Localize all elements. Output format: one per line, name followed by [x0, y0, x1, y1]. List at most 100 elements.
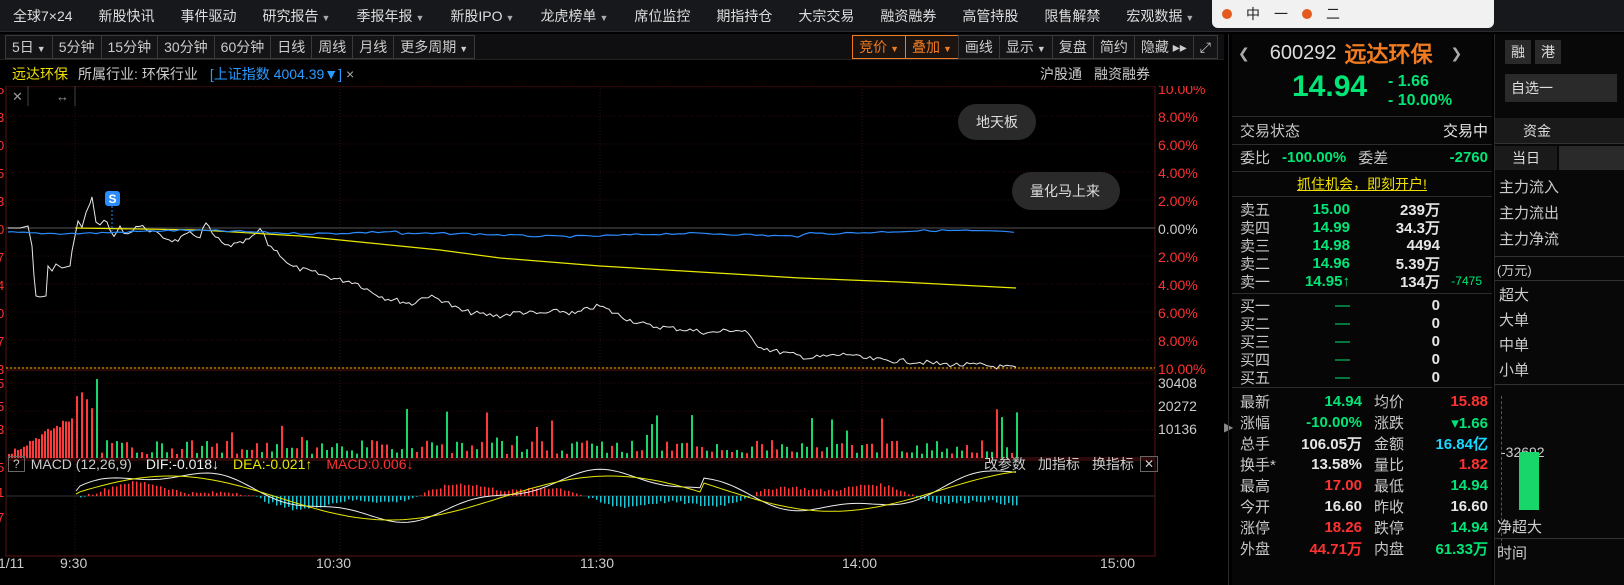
- tab-funds[interactable]: 资金: [1495, 118, 1624, 144]
- period-button[interactable]: 日线: [270, 34, 313, 59]
- bid-volume: 0: [1431, 368, 1440, 386]
- macd-bar: [620, 496, 622, 507]
- tab-other[interactable]: [1559, 146, 1624, 170]
- rongzi-button[interactable]: 融: [1505, 40, 1531, 64]
- promo-link[interactable]: 抓住机会，即刻开户!: [1232, 174, 1492, 194]
- macd-bar: [380, 496, 382, 502]
- tool-button[interactable]: 显示 ▼: [998, 34, 1053, 59]
- volume-bar: [996, 409, 998, 458]
- tool-button[interactable]: 画线: [957, 34, 1000, 59]
- intraday-chart[interactable]: 10.00% 8.00% 6.00% 4.00% 2.00% 0.00% 2.00% 4.00…: [0, 86, 1230, 585]
- nav-item[interactable]: 新股快讯: [86, 0, 168, 31]
- macd-title[interactable]: MACD (12,26,9): [31, 456, 132, 472]
- nav-item[interactable]: 龙虎榜单 ▼: [527, 0, 621, 31]
- macd-bar: [936, 496, 938, 503]
- macd-bar: [188, 494, 190, 496]
- period-button[interactable]: 5日 ▼: [5, 34, 53, 59]
- nav-item[interactable]: 新股IPO ▼: [437, 0, 527, 31]
- macd-bar: [804, 487, 806, 496]
- macd-param-button[interactable]: 改参数: [984, 454, 1026, 474]
- stat-value: 14.94: [1324, 393, 1362, 410]
- macd-help-icon[interactable]: ?: [8, 456, 25, 472]
- macd-bar: [684, 496, 686, 505]
- macd-bar: [464, 485, 466, 496]
- macd-bar: [692, 496, 694, 504]
- nav-item[interactable]: 限售解禁: [1031, 0, 1113, 31]
- popup-banner[interactable]: 中 一 二: [1212, 0, 1494, 28]
- chevron-right-icon[interactable]: ❯: [1451, 45, 1463, 62]
- nav-item[interactable]: 研究报告 ▼: [250, 0, 344, 31]
- volume-bar: [76, 396, 78, 458]
- stat-label: 内盘: [1374, 541, 1405, 558]
- macd-bar: [404, 496, 406, 502]
- period-button[interactable]: 30分钟: [157, 34, 215, 59]
- macd-bar: [708, 496, 710, 506]
- tag-bubble[interactable]: 量化马上来: [1012, 172, 1120, 210]
- right-axis-label: 6.00%: [1158, 305, 1198, 321]
- ask-row: 卖二 14.96 5.39万: [1240, 254, 1488, 273]
- tag-bubble-label: 量化马上来: [1030, 183, 1100, 199]
- close-indicator-icon[interactable]: ✕: [1139, 456, 1158, 472]
- tab-today[interactable]: 当日: [1495, 146, 1557, 170]
- macd-bar: [160, 486, 162, 496]
- tool-button[interactable]: 隐藏 ▸▸: [1133, 34, 1194, 59]
- add-indicator-button[interactable]: 加指标: [1038, 454, 1080, 474]
- macd-bar: [136, 481, 138, 496]
- macd-bar: [184, 492, 186, 496]
- chart-toolbar: 5日 ▼ 5分钟 15分钟 30分钟 60分钟 日线 周线 月线 更多周期 ▼ 竞价 ▼ 叠加 ▼ 画线 显示 ▼…: [0, 34, 1224, 60]
- macd-bar: [96, 493, 98, 496]
- stat-value: 16.60: [1450, 498, 1488, 515]
- caret-down-icon: ▼: [599, 12, 609, 23]
- period-button[interactable]: 5分钟: [51, 34, 102, 59]
- chevron-left-icon[interactable]: ❮: [1238, 45, 1250, 62]
- period-button[interactable]: 更多周期 ▼: [393, 34, 476, 59]
- period-button[interactable]: 周线: [311, 34, 354, 59]
- macd-bar: [200, 492, 202, 496]
- macd-bar: [480, 486, 482, 496]
- nav-item[interactable]: 大宗交易: [785, 0, 867, 31]
- stock-name-label[interactable]: 远达环保: [12, 64, 68, 84]
- period-button[interactable]: 15分钟: [100, 34, 159, 59]
- expand-horizontal-icon[interactable]: ↔: [56, 89, 69, 104]
- close-chart-icon[interactable]: ✕: [12, 89, 23, 104]
- nav-item[interactable]: 期指持仓: [703, 0, 785, 31]
- macd-bar: [336, 496, 338, 504]
- macd-bar: [832, 489, 834, 496]
- nav-item[interactable]: 季报年报 ▼: [343, 0, 437, 31]
- macd-bar: [100, 491, 102, 496]
- index-overlay-label[interactable]: [上证指数 4004.39▼]: [210, 64, 342, 84]
- tool-button[interactable]: 叠加 ▼: [905, 34, 959, 59]
- period-button[interactable]: 60分钟: [213, 34, 272, 59]
- macd-bar: [1008, 496, 1010, 504]
- weibi-label: 委比: [1240, 149, 1271, 167]
- volume-left-label: 3: [0, 422, 4, 437]
- nav-item[interactable]: 席位监控: [621, 0, 703, 31]
- left-axis-label: 3: [0, 362, 4, 377]
- rzrq-link[interactable]: 融资融券: [1094, 64, 1150, 84]
- close-overlay-icon[interactable]: ×: [346, 66, 354, 82]
- hgt-link[interactable]: 沪股通: [1040, 64, 1082, 84]
- tool-button[interactable]: 竞价 ▼: [852, 34, 906, 59]
- hk-button[interactable]: 港: [1535, 40, 1561, 64]
- macd-bar: [124, 484, 126, 496]
- tool-button[interactable]: 复盘: [1051, 34, 1094, 59]
- nav-item[interactable]: 全球7×24: [0, 0, 86, 31]
- tool-button[interactable]: 简约: [1092, 34, 1135, 59]
- fullscreen-icon[interactable]: ⤢: [1192, 34, 1218, 59]
- macd-bar: [132, 481, 134, 496]
- bid-row: 买三 —0: [1240, 332, 1488, 351]
- current-price: 14.94: [1292, 70, 1368, 103]
- nav-item[interactable]: 事件驱动: [168, 0, 250, 31]
- nav-item[interactable]: 高管持股: [949, 0, 1031, 31]
- switch-indicator-button[interactable]: 换指标: [1092, 454, 1134, 474]
- macd-bar: [248, 495, 250, 496]
- tag-bubble[interactable]: 地天板: [958, 104, 1036, 140]
- period-button[interactable]: 月线: [352, 34, 395, 59]
- nav-item[interactable]: 宏观数据 ▼: [1113, 0, 1207, 31]
- macd-bar: [996, 496, 998, 503]
- macd-bar: [436, 489, 438, 496]
- industry-link[interactable]: 环保行业: [142, 64, 198, 84]
- nav-item[interactable]: 融资融券: [867, 0, 949, 31]
- signal-marker[interactable]: S: [105, 191, 120, 206]
- zixuan-dropdown[interactable]: 自选一: [1505, 74, 1617, 102]
